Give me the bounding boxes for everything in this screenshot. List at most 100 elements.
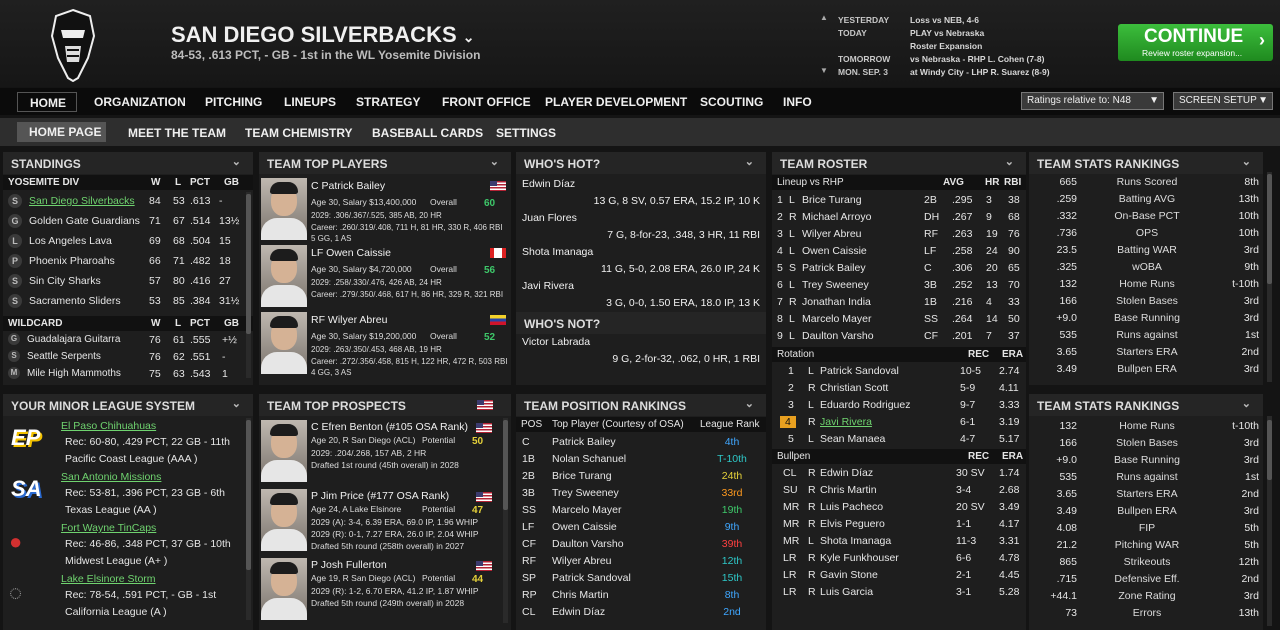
position-row[interactable]: RF Wilyer Abreu 12th (516, 553, 766, 570)
team-logo-ep-icon[interactable]: EP (9, 423, 53, 453)
player-name-link[interactable]: LF Owen Caissie (311, 247, 391, 259)
player-name-link[interactable]: RF Wilyer Abreu (311, 314, 387, 326)
lineup-player-name[interactable]: Brice Turang (802, 194, 862, 206)
team-name-title[interactable]: SAN DIEGO SILVERBACKS ⌄ (171, 22, 474, 48)
stat-name[interactable]: Runs against (1083, 329, 1211, 341)
prospect-name-link[interactable]: C Efren Benton (#105 OSA Rank) (311, 421, 468, 433)
nav-lineups[interactable]: LINEUPS (284, 95, 336, 109)
lineup-player-name[interactable]: Marcelo Mayer (802, 313, 871, 325)
col-league-rank[interactable]: League Rank (700, 419, 760, 430)
stats-row[interactable]: 665 Runs Scored 8th (1029, 174, 1263, 191)
position-top-player[interactable]: Marcelo Mayer (552, 504, 621, 516)
stat-name[interactable]: Stolen Bases (1083, 437, 1211, 449)
col-w[interactable]: W (151, 318, 160, 329)
chevron-down-icon[interactable]: ⌄ (232, 155, 241, 168)
col-gb[interactable]: GB (224, 177, 239, 188)
position-top-player[interactable]: Edwin Díaz (552, 606, 605, 618)
player-name-link[interactable]: C Patrick Bailey (311, 180, 385, 192)
hot-player-name[interactable]: Shota Imanaga (522, 246, 593, 258)
standings-team-name[interactable]: Sin City Sharks (29, 275, 101, 287)
col-rec[interactable]: REC (968, 451, 989, 462)
stats-row[interactable]: 4.08 FIP 5th (1029, 520, 1263, 537)
minor-team-link[interactable]: El Paso Chihuahuas (61, 420, 156, 432)
nav-scouting[interactable]: SCOUTING (700, 95, 763, 109)
chevron-down-icon[interactable]: ⌄ (490, 155, 499, 168)
stats-row[interactable]: 3.49 Bullpen ERA 3rd (1029, 361, 1263, 378)
lineup-row[interactable]: 4 L Owen Caissie LF .258 24 90 (772, 243, 1026, 260)
stat-name[interactable]: Errors (1083, 607, 1211, 619)
chevron-down-icon[interactable]: ⌄ (1242, 155, 1251, 168)
position-top-player[interactable]: Patrick Bailey (552, 436, 616, 448)
position-top-player[interactable]: Brice Turang (552, 470, 612, 482)
whos-not-title[interactable]: WHO'S NOT? (516, 312, 766, 334)
stat-name[interactable]: On-Base PCT (1083, 210, 1211, 222)
standings-team-name[interactable]: Seattle Serpents (27, 351, 101, 362)
chevron-down-icon[interactable]: ⌄ (1005, 155, 1014, 168)
col-avg[interactable]: AVG (943, 177, 964, 188)
lineup-player-name[interactable]: Owen Caissie (802, 245, 867, 257)
player-photo[interactable] (261, 420, 307, 482)
stats-row[interactable]: +44.1 Zone Rating 3rd (1029, 588, 1263, 605)
ratings-relative-dropdown[interactable]: Ratings relative to: N48 ▼ (1021, 92, 1164, 110)
standings-row[interactable]: S Sacramento Sliders 53 85 .384 31½ (3, 292, 253, 311)
stat-name[interactable]: Starters ERA (1083, 488, 1211, 500)
stats-row[interactable]: 132 Home Runs t-10th (1029, 276, 1263, 293)
stats-row[interactable]: 535 Runs against 1st (1029, 469, 1263, 486)
subnav-meet-the-team[interactable]: MEET THE TEAM (128, 126, 226, 140)
stats-row[interactable]: 21.2 Pitching WAR 5th (1029, 537, 1263, 554)
scrollbar-thumb[interactable] (246, 420, 251, 570)
position-row[interactable]: C Patrick Bailey 4th (516, 434, 766, 451)
bullpen-player-name[interactable]: Kyle Funkhouser (820, 552, 899, 564)
position-row[interactable]: SS Marcelo Mayer 19th (516, 502, 766, 519)
continue-button[interactable]: CONTINUE Review roster expansion... › (1118, 24, 1273, 61)
nav-front-office[interactable]: FRONT OFFICE (442, 95, 531, 109)
position-top-player[interactable]: Daulton Varsho (552, 538, 624, 550)
standings-team-name[interactable]: Guadalajara Guitarra (27, 334, 120, 345)
rotation-player-name[interactable]: Sean Manaea (820, 433, 885, 445)
lineup-player-name[interactable]: Michael Arroyo (802, 211, 871, 223)
lineup-row[interactable]: 2 R Michael Arroyo DH .267 9 68 (772, 209, 1026, 226)
standings-row[interactable]: G Guadalajara Guitarra 76 61 .555 +½ (3, 332, 253, 349)
player-photo[interactable] (261, 178, 307, 240)
nav-organization[interactable]: ORGANIZATION (94, 95, 186, 109)
col-era[interactable]: ERA (1002, 349, 1023, 360)
standings-team-name[interactable]: Mile High Mammoths (27, 368, 121, 379)
standings-row[interactable]: S Sin City Sharks 57 80 .416 27 (3, 272, 253, 291)
bullpen-player-name[interactable]: Elvis Peguero (820, 518, 885, 530)
stats-row[interactable]: 3.65 Starters ERA 2nd (1029, 486, 1263, 503)
stat-name[interactable]: Runs against (1083, 471, 1211, 483)
position-row[interactable]: 2B Brice Turang 24th (516, 468, 766, 485)
stats-row[interactable]: 132 Home Runs t-10th (1029, 418, 1263, 435)
wc-header-label[interactable]: WILDCARD (8, 318, 62, 329)
roster-title[interactable]: TEAM ROSTER ⌄ (772, 152, 1026, 174)
lineup-player-name[interactable]: Trey Sweeney (802, 279, 869, 291)
standings-team-name[interactable]: Golden Gate Guardians (29, 215, 140, 227)
position-row[interactable]: SP Patrick Sandoval 15th (516, 570, 766, 587)
stats-rankings-title-1[interactable]: TEAM STATS RANKINGS ⌄ (1029, 152, 1263, 174)
col-gb[interactable]: GB (224, 318, 239, 329)
col-rbi[interactable]: RBI (1004, 177, 1021, 188)
lineup-row[interactable]: 9 L Daulton Varsho CF .201 7 37 (772, 328, 1026, 345)
rotation-player-name[interactable]: Eduardo Rodriguez (820, 399, 910, 411)
stat-name[interactable]: Batting AVG (1083, 193, 1211, 205)
lineup-row[interactable]: 3 L Wilyer Abreu RF .263 19 76 (772, 226, 1026, 243)
standings-row[interactable]: G Golden Gate Guardians 71 67 .514 13½ (3, 212, 253, 231)
not-player-name[interactable]: Victor Labrada (522, 336, 590, 348)
lineup-row[interactable]: 7 R Jonathan India 1B .216 4 33 (772, 294, 1026, 311)
hot-player-name[interactable]: Edwin Díaz (522, 178, 575, 190)
top-players-title[interactable]: TEAM TOP PLAYERS ⌄ (259, 152, 511, 174)
chevron-down-icon[interactable]: ⌄ (745, 397, 754, 410)
subnav-settings[interactable]: SETTINGS (496, 126, 556, 140)
stats-row[interactable]: .325 wOBA 9th (1029, 259, 1263, 276)
lineup-player-name[interactable]: Jonathan India (802, 296, 871, 308)
standings-team-name[interactable]: Sacramento Sliders (29, 295, 121, 307)
stats-row[interactable]: 3.49 Bullpen ERA 3rd (1029, 503, 1263, 520)
scrollbar-thumb[interactable] (1267, 174, 1272, 284)
team-logo-fw-icon[interactable]: ● (9, 525, 53, 555)
rotation-row[interactable]: 3 L Eduardo Rodriguez 9-7 3.33 (772, 397, 1026, 414)
position-rankings-title[interactable]: TEAM POSITION RANKINGS ⌄ (516, 394, 766, 416)
stat-name[interactable]: Zone Rating (1083, 590, 1211, 602)
hot-player-name[interactable]: Juan Flores (522, 212, 577, 224)
stat-name[interactable]: Bullpen ERA (1083, 363, 1211, 375)
chevron-down-icon[interactable]: ⌄ (463, 29, 475, 45)
